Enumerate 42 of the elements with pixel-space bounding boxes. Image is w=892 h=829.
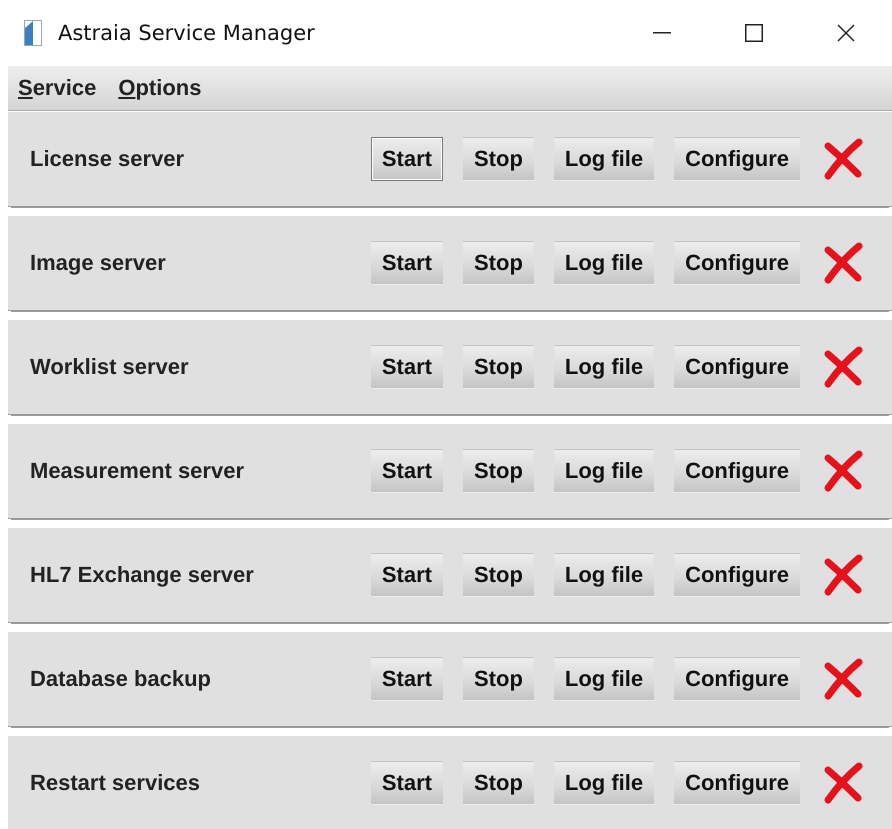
service-button[interactable]: Log file [554,241,654,285]
service-button[interactable]: Configure [674,137,800,181]
service-button[interactable]: Stop [463,137,534,181]
service-name: License server [30,146,186,172]
service-button[interactable]: Configure [674,553,800,597]
service-name: Measurement server [30,458,246,484]
service-button[interactable]: Stop [463,241,534,285]
service-button[interactable]: Start [370,657,443,701]
service-name: Database backup [30,666,212,692]
service-button[interactable]: Start [370,345,443,389]
service-button[interactable]: Configure [674,241,800,285]
service-button[interactable]: Log file [554,449,654,493]
service-button[interactable]: Log file [554,137,654,181]
service-button[interactable]: Stop [463,449,534,493]
service-button[interactable]: Configure [674,345,800,389]
service-button[interactable]: Configure [674,761,800,805]
menu-item[interactable]: Service [18,75,96,101]
service-button[interactable]: Log file [554,657,654,701]
service-button[interactable]: Stop [463,345,534,389]
service-button[interactable]: Stop [463,657,534,701]
service-button[interactable]: Start [370,449,443,493]
service-button[interactable]: Configure [674,657,800,701]
service-button[interactable]: Start [370,761,443,805]
service-button[interactable]: Log file [554,553,654,597]
service-button[interactable]: Stop [463,553,534,597]
service-name: HL7 Exchange server [30,562,255,588]
window-title: Astraia Service Manager [58,21,316,45]
app-icon [24,20,42,46]
service-button[interactable]: Start [370,553,443,597]
maximize-icon [745,24,763,42]
close-icon [837,24,855,42]
service-button[interactable]: Start [370,137,443,181]
service-name: Image server [30,250,167,276]
service-name: Restart services [30,770,202,796]
service-button[interactable]: Configure [674,449,800,493]
service-button[interactable]: Log file [554,761,654,805]
service-button[interactable]: Start [370,241,443,285]
menu-item[interactable]: Options [118,75,202,101]
service-button[interactable]: Stop [463,761,534,805]
minimize-icon [653,32,671,34]
service-name: Worklist server [30,354,190,380]
service-button[interactable]: Log file [554,345,654,389]
